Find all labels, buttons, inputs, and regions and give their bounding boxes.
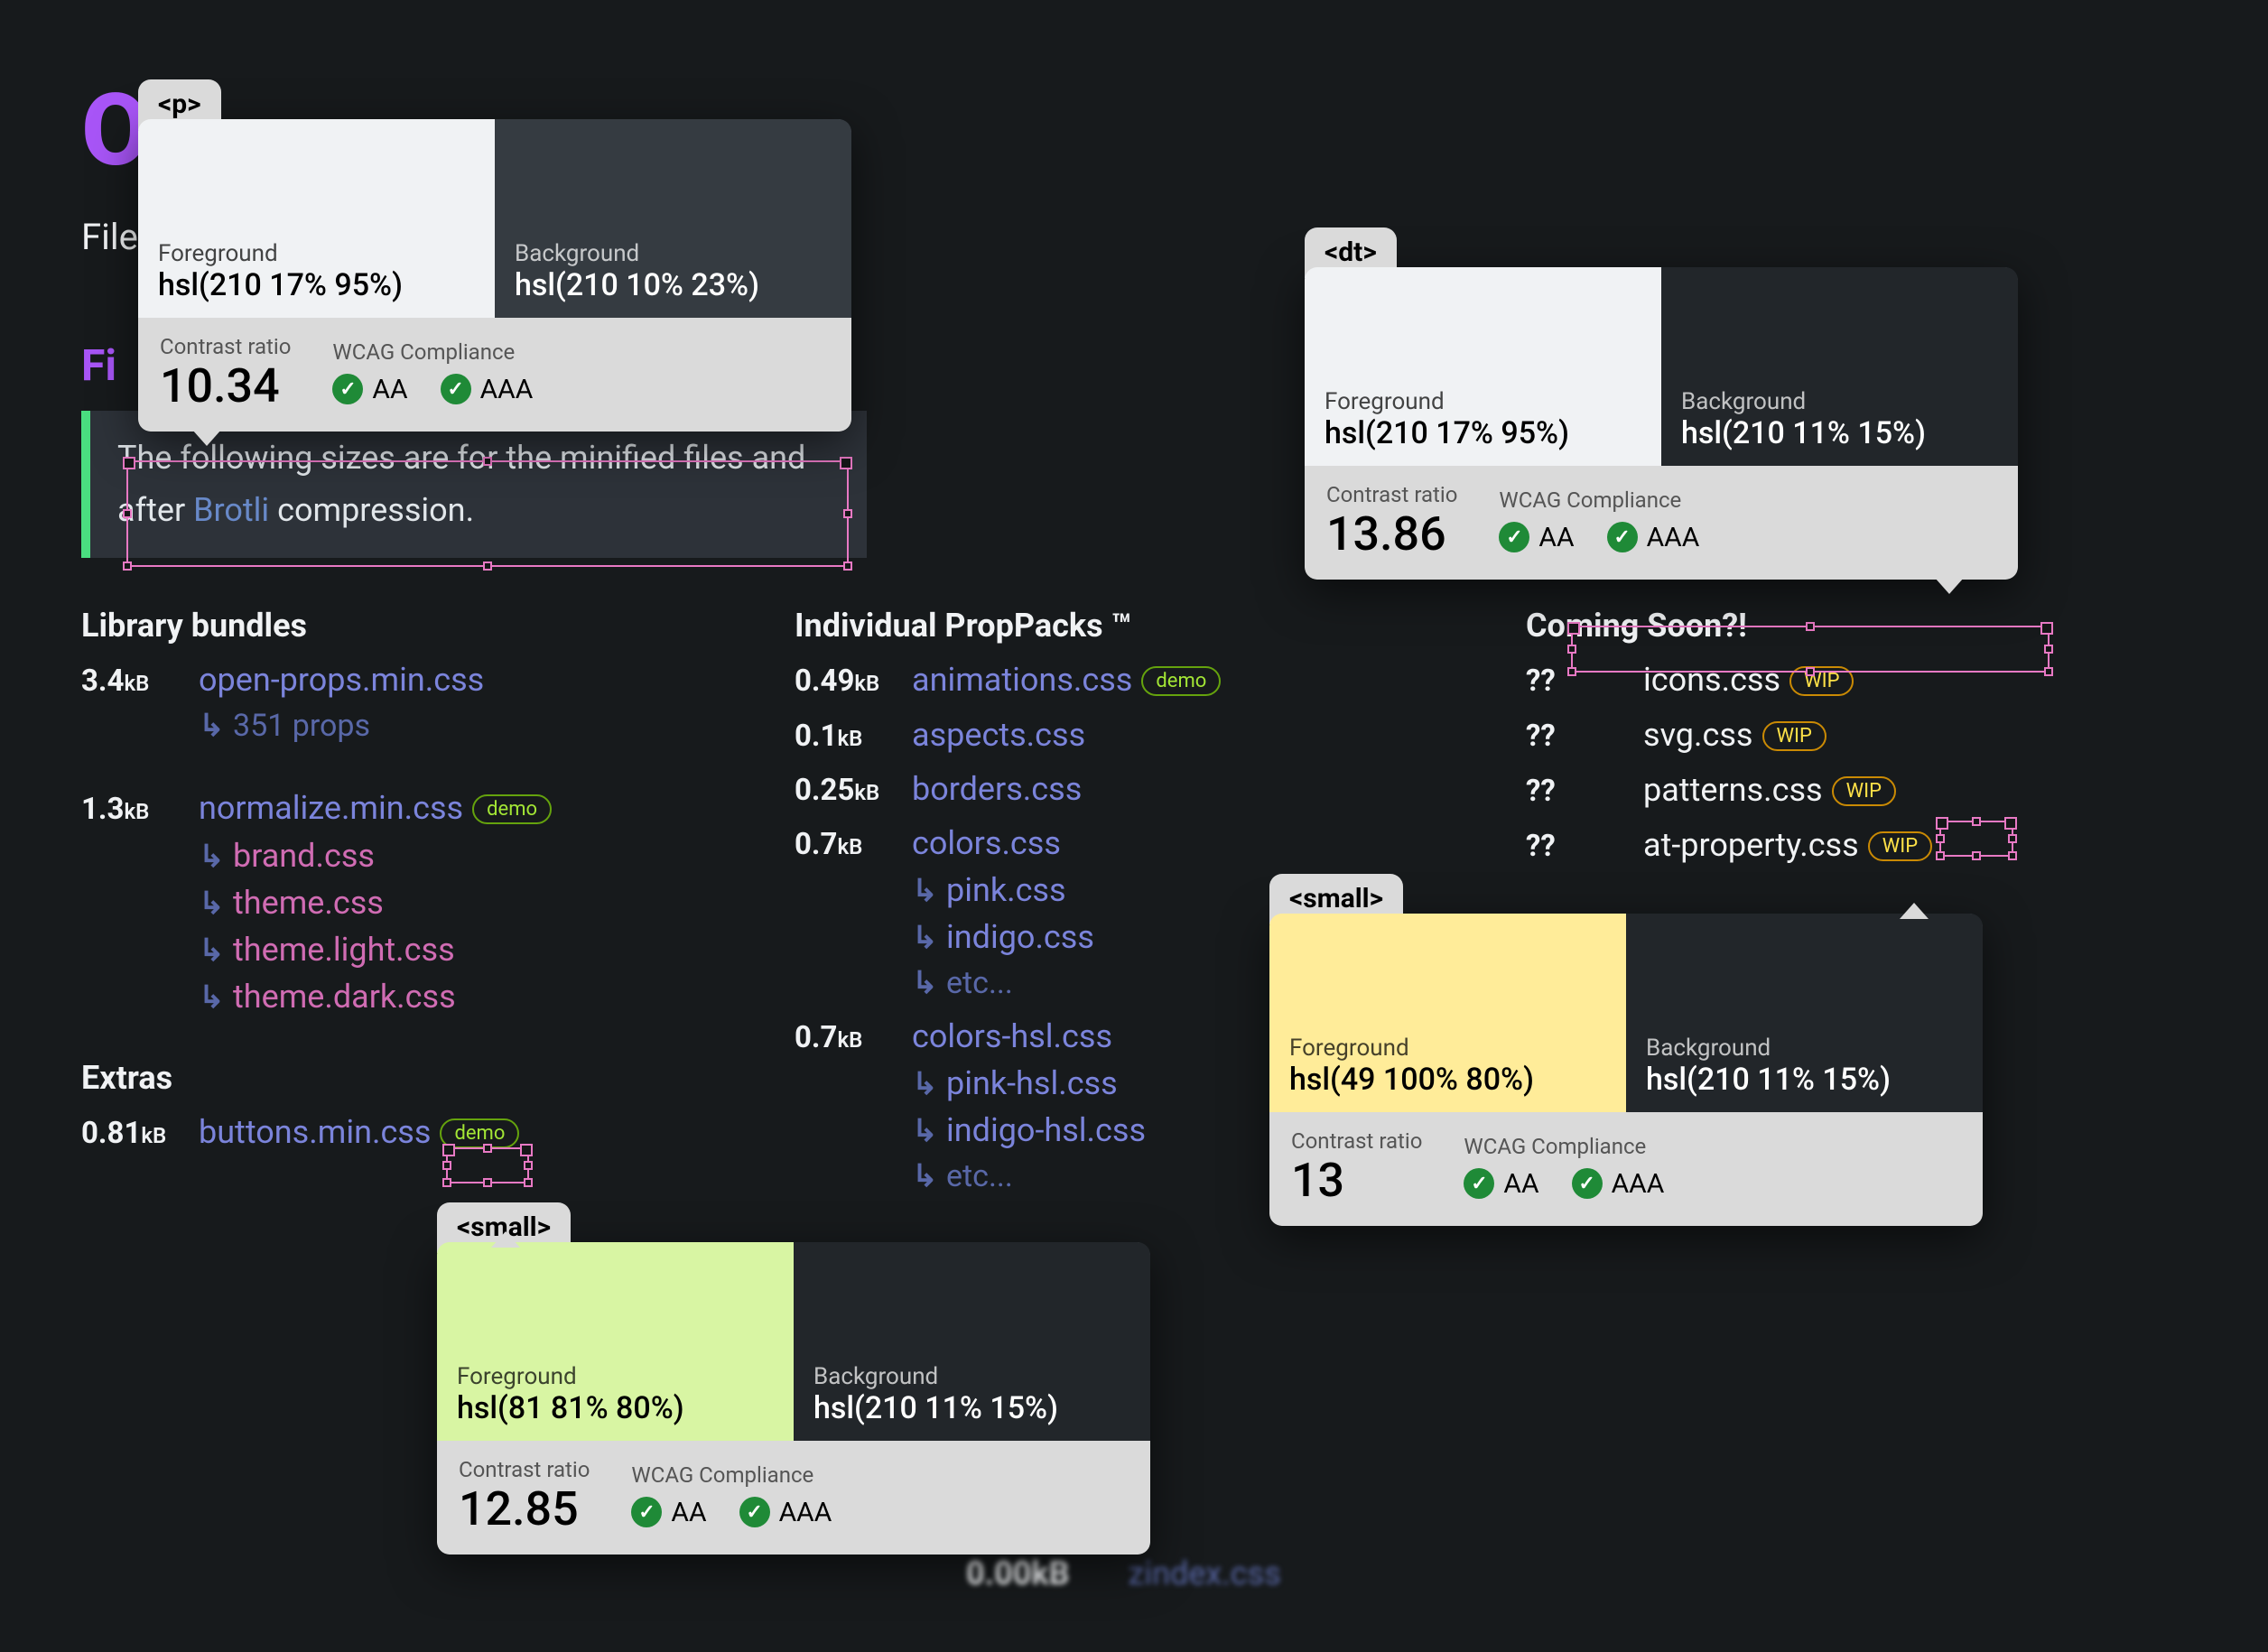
tooltip-arrow-icon bbox=[491, 1231, 520, 1248]
background-swatch: Background hsl(210 11% 15%) bbox=[794, 1242, 1150, 1441]
indent-arrow-icon: ↳ bbox=[912, 1113, 946, 1149]
indent-arrow-icon: ↳ bbox=[912, 965, 946, 1001]
demo-badge[interactable]: demo bbox=[440, 1118, 519, 1148]
foreground-swatch: Foreground hsl(81 81% 80%) bbox=[437, 1242, 794, 1441]
sub-file-link[interactable]: indigo-hsl.css bbox=[946, 1111, 1146, 1149]
sub-file-link[interactable]: brand.css bbox=[233, 837, 375, 875]
file-link[interactable]: normalize.min.css bbox=[199, 789, 463, 827]
check-icon: ✓ bbox=[332, 374, 363, 404]
library-item: 3.4kB open-props.min.css bbox=[81, 661, 731, 699]
sub-text: etc... bbox=[946, 1158, 1013, 1194]
library-bundles-heading: Library bundles bbox=[81, 607, 731, 645]
contrast-card-small-green: <small> Foreground hsl(81 81% 80%) Backg… bbox=[437, 1242, 1150, 1555]
file-link[interactable]: borders.css bbox=[912, 770, 1082, 808]
wip-badge: WIP bbox=[1789, 666, 1854, 696]
brotli-link[interactable]: Brotli bbox=[193, 491, 269, 529]
blurred-file-row: 0.00kB zindex.css bbox=[966, 1555, 1281, 1592]
foreground-swatch: Foreground hsl(210 17% 95%) bbox=[1305, 267, 1661, 466]
background-swatch: Background hsl(210 11% 15%) bbox=[1661, 267, 2018, 466]
sub-file-link[interactable]: indigo.css bbox=[946, 918, 1094, 956]
sub-file-link[interactable]: pink-hsl.css bbox=[946, 1064, 1118, 1102]
file-link[interactable]: colors.css bbox=[912, 824, 1061, 862]
contrast-card-dt: <dt> Foreground hsl(210 17% 95%) Backgro… bbox=[1305, 267, 2018, 580]
check-icon: ✓ bbox=[1572, 1168, 1603, 1199]
tooltip-arrow-icon bbox=[1935, 578, 1964, 594]
background-swatch: Background hsl(210 11% 15%) bbox=[1626, 914, 1983, 1112]
file-link[interactable]: buttons.min.css bbox=[199, 1113, 431, 1151]
contrast-ratio-value: 13 bbox=[1291, 1157, 1422, 1204]
size-label: 1.3kB bbox=[81, 792, 199, 827]
sub-text: 351 props bbox=[233, 708, 370, 744]
sub-file-link[interactable]: theme.dark.css bbox=[233, 978, 456, 1016]
indent-arrow-icon: ↳ bbox=[199, 708, 233, 744]
file-link[interactable]: aspects.css bbox=[912, 716, 1085, 754]
check-icon: ✓ bbox=[631, 1497, 662, 1527]
indent-arrow-icon: ↳ bbox=[912, 1066, 946, 1102]
extras-item: 0.81kB buttons.min.css demo bbox=[81, 1113, 731, 1152]
check-icon: ✓ bbox=[739, 1497, 770, 1527]
contrast-card-p: <p> Foreground hsl(210 17% 95%) Backgrou… bbox=[138, 119, 851, 432]
tooltip-arrow-icon bbox=[192, 430, 221, 446]
proppacks-heading: Individual PropPacks ™ bbox=[795, 607, 1463, 645]
foreground-swatch: Foreground hsl(210 17% 95%) bbox=[138, 119, 495, 318]
file-link[interactable]: svg.css bbox=[1643, 716, 1753, 754]
contrast-ratio-value: 13.86 bbox=[1326, 511, 1457, 558]
file-link[interactable]: patterns.css bbox=[1643, 771, 1823, 809]
contrast-card-small-yellow: <small> Foreground hsl(49 100% 80%) Back… bbox=[1269, 914, 1983, 1226]
check-icon: ✓ bbox=[1607, 522, 1638, 552]
wcag-aaa-badge: ✓AAA bbox=[441, 374, 534, 405]
check-icon: ✓ bbox=[1499, 522, 1529, 552]
background-swatch: Background hsl(210 10% 23%) bbox=[495, 119, 851, 318]
tooltip-arrow-icon bbox=[1900, 903, 1929, 919]
coming-soon-heading: Coming Soon?! bbox=[1526, 607, 2068, 645]
file-link[interactable]: at-property.css bbox=[1643, 826, 1859, 864]
wip-badge: WIP bbox=[1868, 831, 1932, 861]
indent-arrow-icon: ↳ bbox=[199, 933, 233, 969]
library-item: 1.3kB normalize.min.css demo bbox=[81, 789, 731, 828]
size-label: 3.4kB bbox=[81, 664, 199, 699]
check-icon: ✓ bbox=[1464, 1168, 1494, 1199]
contrast-ratio-label: Contrast ratio bbox=[160, 334, 291, 359]
indent-arrow-icon: ↳ bbox=[912, 1158, 946, 1194]
indent-arrow-icon: ↳ bbox=[199, 979, 233, 1016]
contrast-ratio-value: 12.85 bbox=[459, 1486, 590, 1533]
indent-arrow-icon: ↳ bbox=[912, 920, 946, 956]
indent-arrow-icon: ↳ bbox=[199, 839, 233, 875]
sub-text: etc... bbox=[946, 965, 1013, 1001]
wcag-aa-badge: ✓AA bbox=[332, 374, 407, 405]
size-label: 0.81kB bbox=[81, 1116, 199, 1151]
foreground-swatch: Foreground hsl(49 100% 80%) bbox=[1269, 914, 1626, 1112]
file-link[interactable]: open-props.min.css bbox=[199, 661, 484, 699]
sub-file-link[interactable]: theme.css bbox=[233, 884, 384, 922]
sub-file-link[interactable]: theme.light.css bbox=[233, 931, 455, 969]
contrast-ratio-value: 10.34 bbox=[160, 363, 291, 410]
indent-arrow-icon: ↳ bbox=[199, 886, 233, 922]
sub-file-link[interactable]: pink.css bbox=[946, 871, 1066, 909]
wcag-label: WCAG Compliance bbox=[332, 339, 533, 365]
file-link[interactable]: icons.css bbox=[1643, 661, 1780, 699]
indent-arrow-icon: ↳ bbox=[912, 873, 946, 909]
file-link[interactable]: colors-hsl.css bbox=[912, 1017, 1112, 1055]
demo-badge[interactable]: demo bbox=[1141, 666, 1221, 696]
extras-heading: Extras bbox=[81, 1059, 731, 1097]
wip-badge: WIP bbox=[1832, 776, 1896, 806]
note-text-post: compression. bbox=[277, 491, 474, 529]
wip-badge: WIP bbox=[1762, 721, 1826, 751]
file-link[interactable]: animations.css bbox=[912, 661, 1132, 699]
demo-badge[interactable]: demo bbox=[472, 794, 552, 824]
check-icon: ✓ bbox=[441, 374, 471, 404]
